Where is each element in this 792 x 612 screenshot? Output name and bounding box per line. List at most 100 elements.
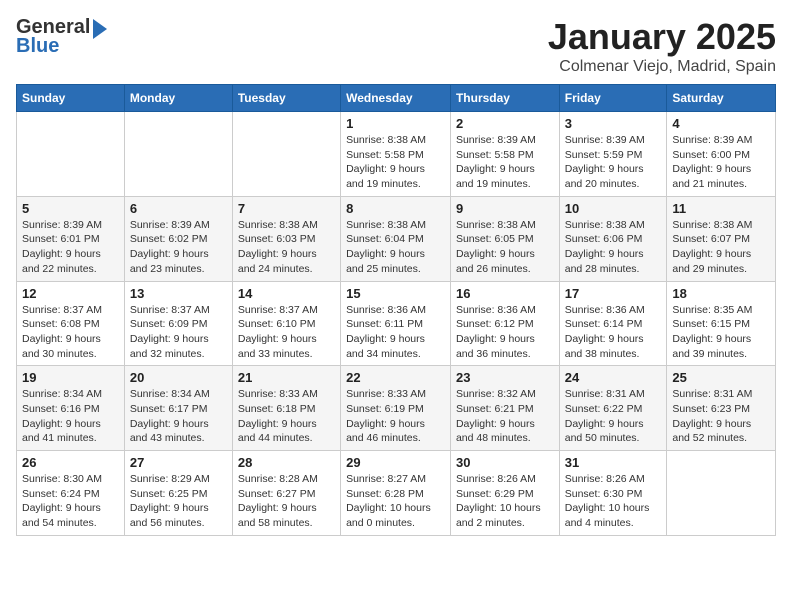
day-info: Sunrise: 8:38 AM Sunset: 6:07 PM Dayligh…	[672, 218, 770, 277]
day-number: 29	[346, 455, 445, 470]
calendar-week-3: 12 Sunrise: 8:37 AM Sunset: 6:08 PM Dayli…	[17, 281, 776, 366]
day-number: 10	[565, 201, 662, 216]
day-info: Sunrise: 8:38 AM Sunset: 6:04 PM Dayligh…	[346, 218, 445, 277]
day-number: 15	[346, 286, 445, 301]
calendar-cell: 12 Sunrise: 8:37 AM Sunset: 6:08 PM Dayli…	[17, 281, 125, 366]
day-info: Sunrise: 8:26 AM Sunset: 6:30 PM Dayligh…	[565, 472, 662, 531]
day-header-sunday: Sunday	[17, 85, 125, 112]
calendar-cell: 2 Sunrise: 8:39 AM Sunset: 5:58 PM Daylig…	[450, 112, 559, 197]
calendar-cell: 23Sunrise: 8:32 AM Sunset: 6:21 PM Dayli…	[450, 366, 559, 451]
day-info: Sunrise: 8:39 AM Sunset: 6:02 PM Dayligh…	[130, 218, 227, 277]
day-number: 12	[22, 286, 119, 301]
logo-arrow-icon	[93, 19, 107, 39]
calendar-cell: 31Sunrise: 8:26 AM Sunset: 6:30 PM Dayli…	[559, 451, 667, 536]
day-info: Sunrise: 8:39 AM Sunset: 6:01 PM Dayligh…	[22, 218, 119, 277]
day-info: Sunrise: 8:34 AM Sunset: 6:16 PM Dayligh…	[22, 387, 119, 446]
day-number: 16	[456, 286, 554, 301]
calendar-table: SundayMondayTuesdayWednesdayThursdayFrid…	[16, 84, 776, 536]
day-number: 11	[672, 201, 770, 216]
day-info: Sunrise: 8:39 AM Sunset: 5:58 PM Dayligh…	[456, 133, 554, 192]
calendar-cell: 19Sunrise: 8:34 AM Sunset: 6:16 PM Dayli…	[17, 366, 125, 451]
logo: General Blue	[16, 16, 107, 58]
day-header-wednesday: Wednesday	[341, 85, 451, 112]
calendar-cell: 26 Sunrise: 8:30 AM Sunset: 6:24 PM Dayli…	[17, 451, 125, 536]
calendar-header-row: SundayMondayTuesdayWednesdayThursdayFrid…	[17, 85, 776, 112]
calendar-cell: 27 Sunrise: 8:29 AM Sunset: 6:25 PM Dayli…	[124, 451, 232, 536]
calendar-cell: 18Sunrise: 8:35 AM Sunset: 6:15 PM Dayli…	[667, 281, 776, 366]
day-number: 14	[238, 286, 335, 301]
calendar-cell: 30Sunrise: 8:26 AM Sunset: 6:29 PM Dayli…	[450, 451, 559, 536]
calendar-cell: 24 Sunrise: 8:31 AM Sunset: 6:22 PM Dayli…	[559, 366, 667, 451]
calendar-cell: 17 Sunrise: 8:36 AM Sunset: 6:14 PM Dayli…	[559, 281, 667, 366]
month-title: January 2025	[548, 16, 776, 58]
day-info: Sunrise: 8:38 AM Sunset: 5:58 PM Dayligh…	[346, 133, 445, 192]
day-number: 1	[346, 116, 445, 131]
calendar-week-5: 26 Sunrise: 8:30 AM Sunset: 6:24 PM Dayli…	[17, 451, 776, 536]
day-header-saturday: Saturday	[667, 85, 776, 112]
day-number: 17	[565, 286, 662, 301]
day-header-tuesday: Tuesday	[232, 85, 340, 112]
calendar-cell: 25 Sunrise: 8:31 AM Sunset: 6:23 PM Dayli…	[667, 366, 776, 451]
calendar-cell: 6Sunrise: 8:39 AM Sunset: 6:02 PM Daylig…	[124, 196, 232, 281]
day-info: Sunrise: 8:31 AM Sunset: 6:22 PM Dayligh…	[565, 387, 662, 446]
calendar-cell: 22 Sunrise: 8:33 AM Sunset: 6:19 PM Dayli…	[341, 366, 451, 451]
location-title: Colmenar Viejo, Madrid, Spain	[548, 58, 776, 76]
calendar-cell	[124, 112, 232, 197]
day-info: Sunrise: 8:39 AM Sunset: 6:00 PM Dayligh…	[672, 133, 770, 192]
title-area: January 2025 Colmenar Viejo, Madrid, Spa…	[548, 16, 776, 76]
day-info: Sunrise: 8:34 AM Sunset: 6:17 PM Dayligh…	[130, 387, 227, 446]
day-info: Sunrise: 8:28 AM Sunset: 6:27 PM Dayligh…	[238, 472, 335, 531]
day-info: Sunrise: 8:27 AM Sunset: 6:28 PM Dayligh…	[346, 472, 445, 531]
day-number: 22	[346, 370, 445, 385]
day-number: 5	[22, 201, 119, 216]
calendar-cell: 15Sunrise: 8:36 AM Sunset: 6:11 PM Dayli…	[341, 281, 451, 366]
day-info: Sunrise: 8:37 AM Sunset: 6:09 PM Dayligh…	[130, 303, 227, 362]
day-info: Sunrise: 8:35 AM Sunset: 6:15 PM Dayligh…	[672, 303, 770, 362]
day-number: 2	[456, 116, 554, 131]
day-info: Sunrise: 8:38 AM Sunset: 6:06 PM Dayligh…	[565, 218, 662, 277]
day-number: 25	[672, 370, 770, 385]
day-header-monday: Monday	[124, 85, 232, 112]
day-number: 26	[22, 455, 119, 470]
day-number: 20	[130, 370, 227, 385]
day-number: 4	[672, 116, 770, 131]
day-info: Sunrise: 8:33 AM Sunset: 6:18 PM Dayligh…	[238, 387, 335, 446]
calendar-cell: 1 Sunrise: 8:38 AM Sunset: 5:58 PM Daylig…	[341, 112, 451, 197]
calendar-cell	[232, 112, 340, 197]
calendar-cell: 5 Sunrise: 8:39 AM Sunset: 6:01 PM Daylig…	[17, 196, 125, 281]
day-info: Sunrise: 8:32 AM Sunset: 6:21 PM Dayligh…	[456, 387, 554, 446]
calendar-cell: 28 Sunrise: 8:28 AM Sunset: 6:27 PM Dayli…	[232, 451, 340, 536]
day-header-friday: Friday	[559, 85, 667, 112]
calendar-cell: 11 Sunrise: 8:38 AM Sunset: 6:07 PM Dayli…	[667, 196, 776, 281]
day-number: 28	[238, 455, 335, 470]
day-info: Sunrise: 8:37 AM Sunset: 6:08 PM Dayligh…	[22, 303, 119, 362]
calendar-cell: 9Sunrise: 8:38 AM Sunset: 6:05 PM Daylig…	[450, 196, 559, 281]
calendar-cell	[667, 451, 776, 536]
calendar-cell	[17, 112, 125, 197]
day-number: 27	[130, 455, 227, 470]
day-info: Sunrise: 8:36 AM Sunset: 6:12 PM Dayligh…	[456, 303, 554, 362]
day-number: 9	[456, 201, 554, 216]
day-number: 3	[565, 116, 662, 131]
calendar-cell: 29 Sunrise: 8:27 AM Sunset: 6:28 PM Dayli…	[341, 451, 451, 536]
calendar-week-2: 5 Sunrise: 8:39 AM Sunset: 6:01 PM Daylig…	[17, 196, 776, 281]
logo-blue-text: Blue	[16, 35, 59, 58]
calendar-cell: 21Sunrise: 8:33 AM Sunset: 6:18 PM Dayli…	[232, 366, 340, 451]
calendar-cell: 14Sunrise: 8:37 AM Sunset: 6:10 PM Dayli…	[232, 281, 340, 366]
calendar-week-4: 19Sunrise: 8:34 AM Sunset: 6:16 PM Dayli…	[17, 366, 776, 451]
day-info: Sunrise: 8:31 AM Sunset: 6:23 PM Dayligh…	[672, 387, 770, 446]
day-info: Sunrise: 8:26 AM Sunset: 6:29 PM Dayligh…	[456, 472, 554, 531]
calendar-week-1: 1 Sunrise: 8:38 AM Sunset: 5:58 PM Daylig…	[17, 112, 776, 197]
calendar-cell: 10 Sunrise: 8:38 AM Sunset: 6:06 PM Dayli…	[559, 196, 667, 281]
day-info: Sunrise: 8:29 AM Sunset: 6:25 PM Dayligh…	[130, 472, 227, 531]
calendar-cell: 7Sunrise: 8:38 AM Sunset: 6:03 PM Daylig…	[232, 196, 340, 281]
calendar-cell: 13Sunrise: 8:37 AM Sunset: 6:09 PM Dayli…	[124, 281, 232, 366]
day-info: Sunrise: 8:39 AM Sunset: 5:59 PM Dayligh…	[565, 133, 662, 192]
day-info: Sunrise: 8:33 AM Sunset: 6:19 PM Dayligh…	[346, 387, 445, 446]
calendar-cell: 8Sunrise: 8:38 AM Sunset: 6:04 PM Daylig…	[341, 196, 451, 281]
calendar-cell: 16 Sunrise: 8:36 AM Sunset: 6:12 PM Dayli…	[450, 281, 559, 366]
day-info: Sunrise: 8:30 AM Sunset: 6:24 PM Dayligh…	[22, 472, 119, 531]
day-number: 24	[565, 370, 662, 385]
calendar-cell: 4 Sunrise: 8:39 AM Sunset: 6:00 PM Daylig…	[667, 112, 776, 197]
day-info: Sunrise: 8:36 AM Sunset: 6:14 PM Dayligh…	[565, 303, 662, 362]
